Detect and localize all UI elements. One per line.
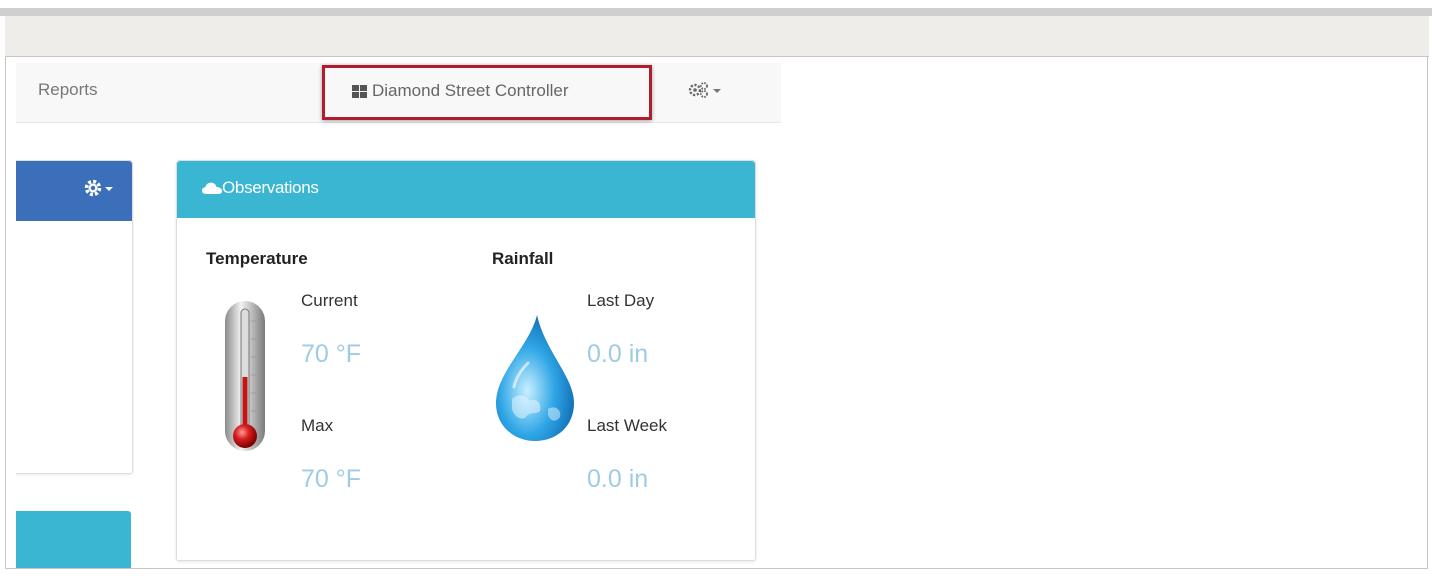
temperature-current-value: 70 °F (301, 340, 362, 368)
nav-reports-link[interactable]: Reports (38, 80, 98, 100)
frame-border-left (5, 56, 6, 582)
left-panel-secondary-heading (16, 511, 131, 568)
gear-icon (84, 179, 113, 197)
left-panel-settings-toggle[interactable] (81, 178, 121, 202)
settings-menu-toggle[interactable] (686, 81, 730, 103)
rainfall-last-week-label: Last Week (587, 416, 668, 435)
observations-title: Observations (222, 178, 319, 197)
gears-icon (688, 82, 721, 98)
thermometer-icon (225, 301, 265, 451)
observations-heading: Observations (177, 161, 755, 218)
rainfall-last-day-value: 0.0 in (587, 340, 649, 368)
browser-top-bar (0, 8, 1432, 16)
temperature-title: Temperature (206, 249, 308, 268)
app-viewport: Reports Diamond Street Controller Observ… (16, 63, 781, 568)
temperature-max-value: 70 °F (301, 465, 362, 493)
navbar: Reports Diamond Street Controller (16, 63, 781, 123)
left-panel-heading (16, 161, 132, 221)
frame-border-right (1427, 56, 1428, 582)
toolbar-band (5, 16, 1429, 57)
observations-panel: Observations Temperature Current 70 °F M… (176, 160, 756, 561)
temperature-max-label: Max (301, 416, 334, 435)
temperature-current-label: Current (301, 291, 358, 310)
rainfall-last-week-value: 0.0 in (587, 465, 649, 493)
grid-icon (352, 85, 367, 98)
left-panel (16, 160, 133, 474)
top-strip (0, 0, 1432, 8)
controller-name: Diamond Street Controller (372, 81, 569, 100)
water-drop-icon (496, 315, 574, 441)
cloud-icon (202, 182, 222, 194)
controller-selector[interactable]: Diamond Street Controller (322, 65, 652, 120)
rainfall-last-day-label: Last Day (587, 291, 655, 310)
rainfall-title: Rainfall (492, 249, 554, 268)
below-frame (0, 569, 1432, 582)
